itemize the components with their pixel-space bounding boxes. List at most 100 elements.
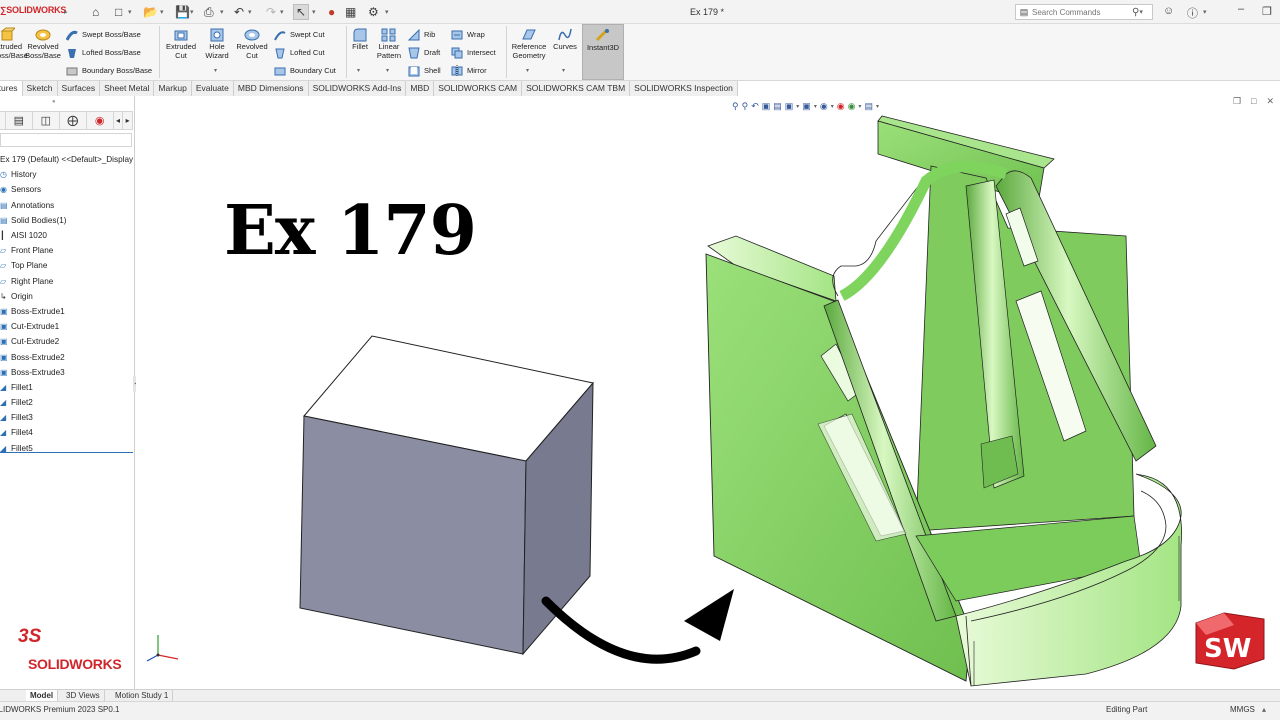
mirror-button[interactable]: Mirror — [451, 63, 487, 78]
lofted-cut-button[interactable]: Lofted Cut — [274, 45, 325, 60]
fillet-button[interactable]: Fillet — [348, 27, 372, 52]
view-triad[interactable] — [144, 631, 184, 667]
shell-button[interactable]: Shell — [408, 63, 441, 78]
tree-item-boss-extrude2[interactable]: ▣ Boss-Extrude2 — [0, 349, 133, 364]
tab-sketch[interactable]: Sketch — [22, 81, 58, 96]
print-dropdown-icon[interactable]: ▾ — [220, 4, 224, 20]
wrap-button[interactable]: Wrap — [451, 27, 485, 42]
search-scope-icon[interactable]: ▤ — [1016, 7, 1032, 18]
rebuild-icon[interactable]: ● — [328, 4, 335, 20]
tree-item-fillet5[interactable]: ◢ Fillet5 — [0, 441, 133, 456]
open-dropdown-icon[interactable]: ▾ — [160, 4, 164, 20]
pattern-dropdown-icon[interactable]: ▾ — [386, 67, 389, 74]
intersect-button[interactable]: Intersect — [451, 45, 496, 60]
tree-item-cut-extrude1[interactable]: ▣ Cut-Extrude1 — [0, 319, 133, 334]
display-manager-tab-icon[interactable]: ◉ — [87, 112, 114, 129]
file-properties-icon[interactable]: ▦ — [345, 4, 356, 20]
rib-button[interactable]: Rib — [408, 27, 435, 42]
extruded-boss-button[interactable]: Extruded Boss/Base — [0, 27, 28, 60]
swept-boss-button[interactable]: Swept Boss/Base — [66, 27, 141, 42]
boundary-boss-button[interactable]: Boundary Boss/Base — [66, 63, 152, 78]
redo-icon[interactable]: ↷ — [266, 4, 276, 20]
tab-solidworks-cam-tbm[interactable]: SOLIDWORKS CAM TBM — [522, 81, 631, 96]
save-dropdown-icon[interactable]: ▾ — [190, 4, 194, 20]
tree-item-fillet1[interactable]: ◢ Fillet1 — [0, 380, 133, 395]
tree-item-boss-extrude3[interactable]: ▣ Boss-Extrude3 — [0, 365, 133, 380]
tab-solidworks-cam[interactable]: SOLIDWORKS CAM — [434, 81, 523, 96]
tree-item-annotations[interactable]: ▤ Annotations — [0, 198, 133, 213]
tree-item-boss-extrude1[interactable]: ▣ Boss-Extrude1 — [0, 304, 133, 319]
dimxpert-manager-tab-icon[interactable]: ⨁ — [60, 112, 87, 129]
help-icon[interactable]: ⓘ — [1187, 5, 1198, 21]
tree-item-right-plane[interactable]: ▱ Right Plane — [0, 274, 133, 289]
options-dropdown-icon[interactable]: ▾ — [385, 4, 389, 20]
reference-geometry-button[interactable]: Reference Geometry — [509, 27, 549, 60]
undo-dropdown-icon[interactable]: ▾ — [248, 4, 252, 20]
tree-item-sensors[interactable]: ◉ Sensors — [0, 182, 133, 197]
new-document-icon[interactable]: □ — [115, 4, 122, 20]
help-dropdown-icon[interactable]: ▾ — [1203, 4, 1207, 20]
redo-dropdown-icon[interactable]: ▾ — [280, 4, 284, 20]
tabs-scroll-left-icon[interactable]: ◂ — [114, 112, 124, 129]
tabs-scroll-right-icon[interactable]: ▸ — [123, 112, 133, 129]
tree-item-top-plane[interactable]: ▱ Top Plane — [0, 258, 133, 273]
search-dropdown-icon[interactable]: ▾ — [1139, 4, 1143, 20]
search-commands-box[interactable]: ▤ ⚲ ▾ — [1015, 4, 1153, 20]
tab-surfaces[interactable]: Surfaces — [57, 81, 101, 96]
tree-item-history[interactable]: ◷ History — [0, 167, 133, 182]
open-folder-icon[interactable]: 📂 — [143, 4, 158, 20]
tab-features[interactable]: Features — [0, 81, 23, 96]
tab-solidworks-inspection[interactable]: SOLIDWORKS Inspection — [630, 81, 738, 96]
tree-item-solid-bodies[interactable]: ▤ Solid Bodies(1) — [0, 213, 133, 228]
undo-icon[interactable]: ↶ — [234, 4, 244, 20]
graphics-area[interactable]: ⚲ ⚲ ↶ ▣ ▤ ▣ ▾ ▣ ▾ ◉ ▾ ◉ ◉ ▾ ▤ ▾ ❐ □ ✕ Ex… — [136, 96, 1280, 689]
tab-solidworks-add-ins[interactable]: SOLIDWORKS Add-Ins — [308, 81, 407, 96]
tree-item-fillet2[interactable]: ◢ Fillet2 — [0, 395, 133, 410]
rollback-bar[interactable] — [0, 452, 133, 453]
revolved-boss-button[interactable]: Revolved Boss/Base — [24, 27, 62, 60]
draft-button[interactable]: Draft — [408, 45, 440, 60]
print-icon[interactable]: ⎙ — [204, 4, 214, 20]
curves-button[interactable]: Curves — [551, 27, 579, 52]
bracket-part-model[interactable] — [705, 115, 1182, 687]
curves-dropdown-icon[interactable]: ▾ — [562, 67, 565, 74]
select-dropdown-icon[interactable]: ▾ — [312, 4, 316, 20]
hole-wizard-button[interactable]: Hole Wizard — [199, 27, 235, 60]
panel-grip-icon[interactable]: ● — [52, 99, 56, 105]
user-account-icon[interactable]: ☺ — [1163, 5, 1174, 17]
solidworks-logo[interactable]: ∑SOLIDWORKS — [0, 5, 66, 15]
restore-icon[interactable]: ❐ — [1262, 5, 1272, 18]
tab-mbd-dimensions[interactable]: MBD Dimensions — [233, 81, 309, 96]
new-dropdown-icon[interactable]: ▾ — [128, 4, 132, 20]
hole-wizard-dropdown-icon[interactable]: ▾ — [214, 67, 217, 74]
boundary-cut-button[interactable]: Boundary Cut — [274, 63, 336, 78]
tree-item-fillet3[interactable]: ◢ Fillet3 — [0, 410, 133, 425]
revolved-cut-button[interactable]: Revolved Cut — [233, 27, 271, 60]
tab-mbd[interactable]: MBD — [406, 81, 435, 96]
units-dropdown-icon[interactable]: ▴ — [1262, 705, 1266, 714]
tab-evaluate[interactable]: Evaluate — [191, 81, 234, 96]
home-icon[interactable]: ⌂ — [92, 4, 99, 20]
reference-geometry-dropdown-icon[interactable]: ▾ — [526, 67, 529, 74]
tree-root[interactable]: Ex 179 (Default) <<Default>_Display S — [0, 152, 133, 167]
unit-system-selector[interactable]: MMGS — [1230, 705, 1255, 714]
linear-pattern-button[interactable]: Linear Pattern — [373, 27, 405, 60]
save-icon[interactable]: 💾 — [175, 4, 190, 20]
swept-cut-button[interactable]: Swept Cut — [274, 27, 325, 42]
search-commands-input[interactable] — [1032, 7, 1132, 17]
configuration-manager-tab-icon[interactable]: ◫ — [33, 112, 60, 129]
tree-item-fillet4[interactable]: ◢ Fillet4 — [0, 425, 133, 440]
lofted-boss-button[interactable]: Lofted Boss/Base — [66, 45, 141, 60]
tab-markup[interactable]: Markup — [154, 81, 192, 96]
minimize-icon[interactable]: – — [1238, 3, 1244, 15]
tree-item-origin[interactable]: ↳ Origin — [0, 289, 133, 304]
tree-item-front-plane[interactable]: ▱ Front Plane — [0, 243, 133, 258]
fillet-dropdown-icon[interactable]: ▾ — [357, 67, 360, 74]
extruded-cut-button[interactable]: Extruded Cut — [162, 27, 200, 60]
tree-item-cut-extrude2[interactable]: ▣ Cut-Extrude2 — [0, 334, 133, 349]
tree-item-material[interactable]: ┃ AISI 1020 — [0, 228, 133, 243]
search-icon[interactable]: ⚲ — [1132, 7, 1139, 18]
options-gear-icon[interactable]: ⚙ — [368, 4, 379, 20]
property-manager-tab-icon[interactable]: ▤ — [6, 112, 33, 129]
select-arrow-icon[interactable]: ↖ — [293, 4, 309, 20]
